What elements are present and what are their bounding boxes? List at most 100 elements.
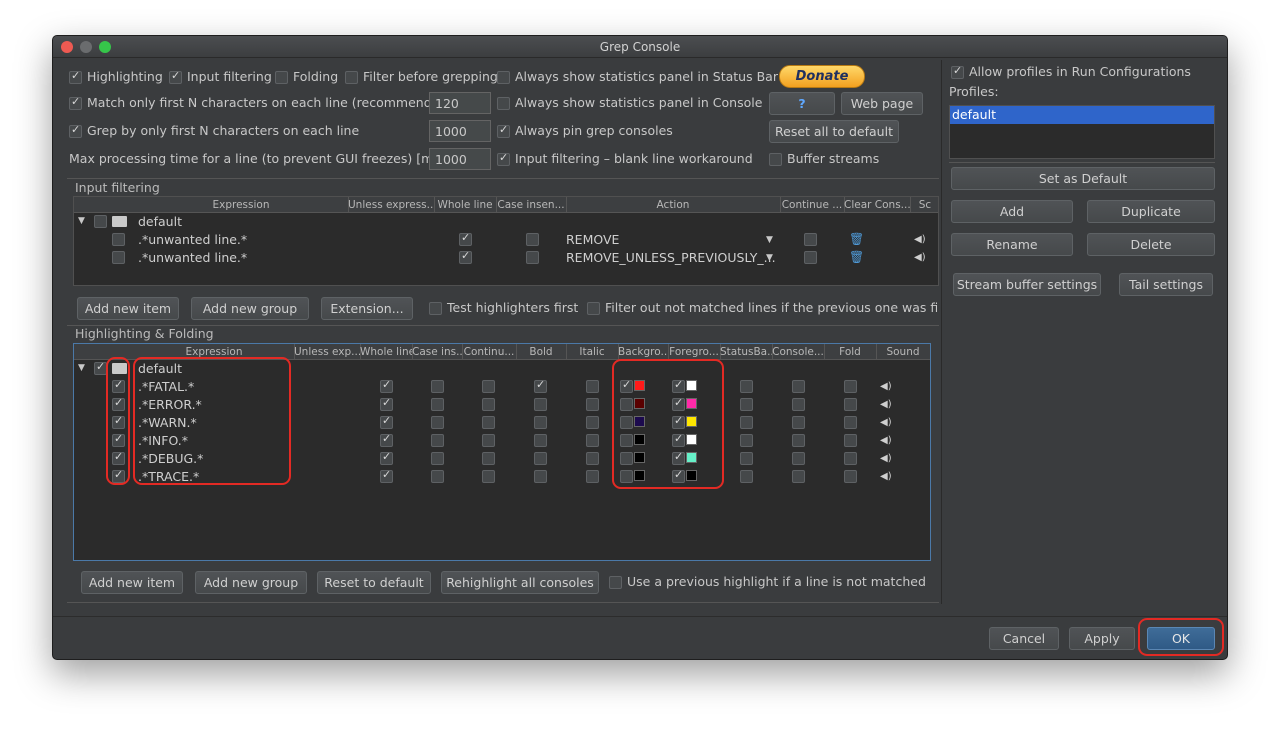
row-whole-line-checkbox[interactable] bbox=[380, 450, 393, 465]
row-case-insensitive-checkbox[interactable] bbox=[431, 452, 444, 465]
donate-button[interactable]: Donate bbox=[779, 65, 865, 88]
reset-all-button[interactable]: Reset all to default bbox=[769, 120, 899, 143]
row-fold-checkbox[interactable] bbox=[844, 380, 857, 393]
chevron-down-icon[interactable]: ▼ bbox=[766, 253, 773, 263]
row-expression[interactable]: .*unwanted line.* bbox=[138, 232, 247, 247]
speaker-icon[interactable]: ◀) bbox=[880, 417, 892, 428]
row-italic-checkbox[interactable] bbox=[586, 380, 599, 393]
row-bold-checkbox[interactable] bbox=[534, 452, 547, 465]
row-status-bar-checkbox[interactable] bbox=[740, 416, 753, 429]
row-console-checkbox[interactable] bbox=[792, 470, 805, 483]
row-status-bar-checkbox[interactable] bbox=[740, 380, 753, 393]
row-continue-checkbox[interactable] bbox=[804, 251, 817, 264]
use-previous-highlight-checkbox[interactable] bbox=[609, 576, 622, 589]
row-console-checkbox[interactable] bbox=[792, 452, 805, 465]
row-continue-checkbox[interactable] bbox=[804, 233, 817, 246]
row-italic-checkbox[interactable] bbox=[586, 470, 599, 483]
row-case-insensitive-checkbox[interactable] bbox=[431, 380, 444, 393]
row-enabled-checkbox[interactable] bbox=[112, 251, 125, 264]
row-enabled-checkbox[interactable] bbox=[112, 233, 125, 246]
test-highlighters-checkbox[interactable] bbox=[429, 302, 442, 315]
filter-before-grepping-checkbox[interactable] bbox=[345, 71, 358, 84]
match-first-n-field[interactable]: 120 bbox=[429, 92, 491, 114]
row-console-checkbox[interactable] bbox=[792, 380, 805, 393]
row-whole-line-checkbox[interactable] bbox=[380, 396, 393, 411]
row-italic-checkbox[interactable] bbox=[586, 416, 599, 429]
row-console-checkbox[interactable] bbox=[792, 416, 805, 429]
row-bold-checkbox[interactable] bbox=[534, 378, 547, 393]
speaker-icon[interactable]: ◀) bbox=[914, 234, 926, 245]
col-case-insensitive[interactable]: Case ins... bbox=[412, 346, 462, 358]
col-italic[interactable]: Italic bbox=[566, 346, 618, 358]
pin-consoles-checkbox[interactable] bbox=[497, 123, 510, 138]
grep-first-n-field[interactable]: 1000 bbox=[429, 120, 491, 142]
delete-profile-button[interactable]: Delete bbox=[1087, 233, 1215, 256]
chevron-down-icon[interactable]: ▼ bbox=[766, 235, 773, 245]
input-add-item-button[interactable]: Add new item bbox=[77, 297, 179, 320]
row-whole-line-checkbox[interactable] bbox=[380, 414, 393, 429]
row-status-bar-checkbox[interactable] bbox=[740, 452, 753, 465]
row-italic-checkbox[interactable] bbox=[586, 398, 599, 411]
apply-button[interactable]: Apply bbox=[1069, 627, 1135, 650]
row-fold-checkbox[interactable] bbox=[844, 398, 857, 411]
speaker-icon[interactable]: ◀) bbox=[880, 381, 892, 392]
row-case-insensitive-checkbox[interactable] bbox=[431, 434, 444, 447]
profile-item-default[interactable]: default bbox=[950, 106, 1214, 124]
row-whole-line-checkbox[interactable] bbox=[459, 231, 472, 246]
row-case-insensitive-checkbox[interactable] bbox=[431, 470, 444, 483]
highlight-add-group-button[interactable]: Add new group bbox=[195, 571, 307, 594]
match-first-n-checkbox[interactable] bbox=[69, 95, 82, 110]
row-case-insensitive-checkbox[interactable] bbox=[431, 398, 444, 411]
row-fold-checkbox[interactable] bbox=[844, 434, 857, 447]
col-foreground[interactable]: Foregro... bbox=[668, 346, 720, 358]
cancel-button[interactable]: Cancel bbox=[989, 627, 1059, 650]
title-bar[interactable]: Grep Console bbox=[53, 36, 1227, 58]
row-continue-checkbox[interactable] bbox=[482, 380, 495, 393]
row-continue-checkbox[interactable] bbox=[482, 452, 495, 465]
trash-icon[interactable]: 🗑 bbox=[849, 250, 864, 264]
col-whole-line[interactable]: Whole line bbox=[434, 199, 496, 211]
highlighting-checkbox[interactable] bbox=[69, 69, 82, 84]
help-button[interactable]: ? bbox=[769, 92, 835, 115]
row-status-bar-checkbox[interactable] bbox=[740, 398, 753, 411]
speaker-icon[interactable]: ◀) bbox=[880, 435, 892, 446]
rehighlight-button[interactable]: Rehighlight all consoles bbox=[441, 571, 599, 594]
col-whole-line[interactable]: Whole line bbox=[360, 346, 412, 358]
row-continue-checkbox[interactable] bbox=[482, 470, 495, 483]
filter-out-checkbox[interactable] bbox=[587, 302, 600, 315]
row-fold-checkbox[interactable] bbox=[844, 470, 857, 483]
row-console-checkbox[interactable] bbox=[792, 434, 805, 447]
row-case-insensitive-checkbox[interactable] bbox=[526, 233, 539, 246]
col-action[interactable]: Action bbox=[566, 199, 780, 211]
row-case-insensitive-checkbox[interactable] bbox=[526, 251, 539, 264]
row-whole-line-checkbox[interactable] bbox=[380, 468, 393, 483]
allow-profiles-checkbox[interactable] bbox=[951, 64, 964, 79]
folding-checkbox[interactable] bbox=[275, 71, 288, 84]
col-clear-console[interactable]: Clear Cons... bbox=[844, 199, 910, 211]
add-profile-button[interactable]: Add bbox=[951, 200, 1073, 223]
speaker-icon[interactable]: ◀) bbox=[880, 453, 892, 464]
row-status-bar-checkbox[interactable] bbox=[740, 434, 753, 447]
input-filtering-group-row[interactable]: ▼ default bbox=[74, 213, 938, 231]
stats-console-checkbox[interactable] bbox=[497, 97, 510, 110]
stream-buffer-settings-button[interactable]: Stream buffer settings bbox=[953, 273, 1101, 296]
row-action[interactable]: REMOVE bbox=[566, 232, 619, 247]
highlight-add-item-button[interactable]: Add new item bbox=[81, 571, 183, 594]
reset-to-default-button[interactable]: Reset to default bbox=[317, 571, 431, 594]
group-enabled-checkbox[interactable] bbox=[94, 215, 107, 228]
table-row[interactable]: .*unwanted line.* REMOVE_UNLESS_PREVIOUS… bbox=[74, 249, 938, 267]
row-status-bar-checkbox[interactable] bbox=[740, 470, 753, 483]
row-bold-checkbox[interactable] bbox=[534, 434, 547, 447]
buffer-streams-checkbox[interactable] bbox=[769, 153, 782, 166]
row-whole-line-checkbox[interactable] bbox=[380, 378, 393, 393]
expand-triangle-icon[interactable]: ▼ bbox=[78, 216, 85, 226]
row-whole-line-checkbox[interactable] bbox=[380, 432, 393, 447]
col-sound[interactable]: Sc bbox=[910, 199, 940, 211]
col-sound[interactable]: Sound bbox=[876, 346, 930, 358]
col-unless-expression[interactable]: Unless express... bbox=[348, 199, 434, 211]
col-unless-expression[interactable]: Unless exp... bbox=[294, 346, 360, 358]
input-filtering-table[interactable]: Expression Unless express... Whole line … bbox=[73, 196, 939, 286]
col-continue[interactable]: Continue ... bbox=[780, 199, 844, 211]
row-continue-checkbox[interactable] bbox=[482, 398, 495, 411]
tail-settings-button[interactable]: Tail settings bbox=[1119, 273, 1213, 296]
